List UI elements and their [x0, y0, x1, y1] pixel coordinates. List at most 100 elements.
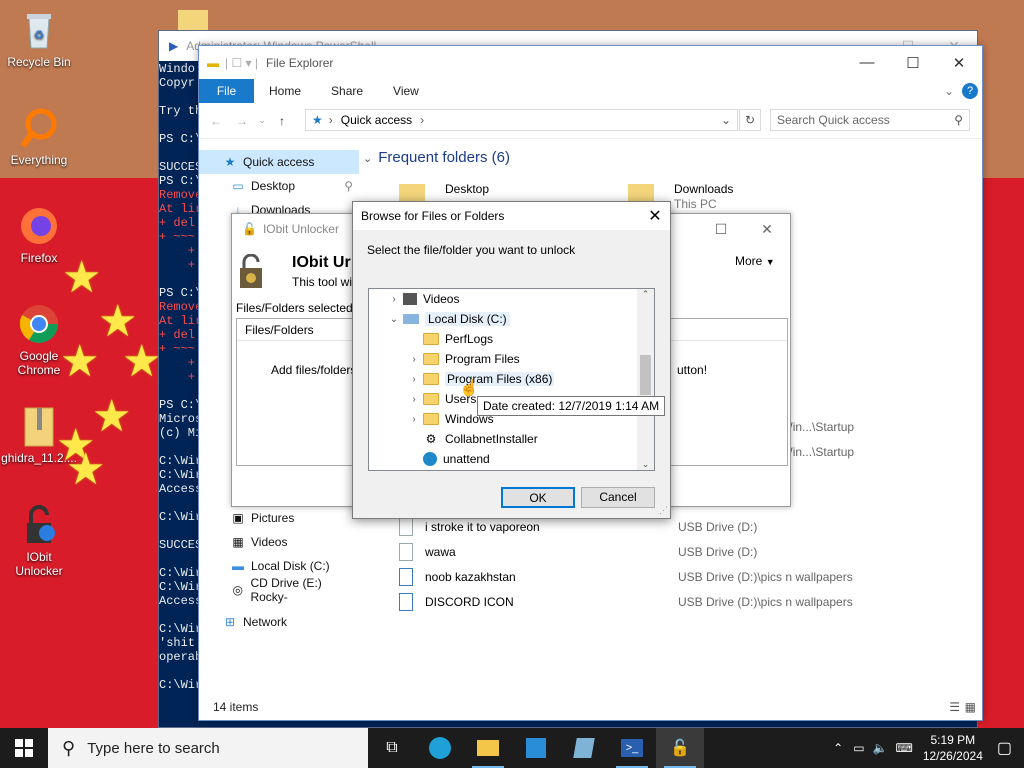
sidebar-item-label: Pictures	[251, 511, 295, 525]
forward-arrow-icon[interactable]: →	[229, 114, 255, 128]
maximize-icon[interactable]: ☐	[890, 54, 936, 72]
desktop-icon-iobit-unlocker[interactable]: IObit Unlocker	[1, 503, 77, 578]
browse-dialog[interactable]: Browse for Files or Folders ✕ Select the…	[352, 201, 671, 519]
app-icon	[573, 738, 595, 758]
iobit-taskbar-button[interactable]: 🔓	[656, 728, 704, 768]
clock[interactable]: 5:19 PM 12/26/2024	[923, 732, 983, 764]
volume-icon[interactable]: 🔈	[873, 741, 888, 755]
chevron-down-icon[interactable]: ⌄	[944, 84, 954, 98]
sidebar-item-desktop[interactable]: ▭ Desktop ⚲	[199, 174, 359, 198]
details-view-icon[interactable]: ☰	[949, 700, 960, 714]
address-bar[interactable]: ★ › Quick access › ⌄	[305, 109, 738, 131]
list-item[interactable]: noob kazakhstan USB Drive (D:)\pics n wal…	[395, 564, 975, 589]
section-frequent-folders[interactable]: ⌄ Frequent folders (6)	[363, 146, 982, 166]
tree-node-collabnet[interactable]: ⚙ CollabnetInstaller	[407, 429, 538, 449]
chevron-right-icon[interactable]: ›	[407, 354, 421, 365]
chevron-right-icon[interactable]: ›	[407, 414, 421, 425]
quick-access-star-icon: ★	[312, 113, 323, 127]
sidebar-item-cd-drive[interactable]: ◎ CD Drive (E:) Rocky-	[199, 576, 359, 604]
taskbar: ⚲ Type here to search ⧉ >_ 🔓 ⌃ ▭ 🔈 ⌨ 5:1…	[0, 728, 1024, 768]
network-icon[interactable]: ▭	[853, 741, 864, 755]
start-button[interactable]	[0, 728, 48, 768]
folder-icon	[423, 333, 439, 345]
explorer-taskbar-button[interactable]	[464, 728, 512, 768]
dialog-titlebar[interactable]: Browse for Files or Folders ✕	[353, 202, 670, 230]
notification-icon[interactable]: ▢	[997, 738, 1012, 758]
desktop-icon-recycle-bin[interactable]: ♻ Recycle Bin	[1, 8, 77, 69]
recent-locations-icon[interactable]: ⌄	[255, 115, 269, 126]
breadcrumb-quick-access[interactable]: Quick access	[341, 113, 412, 127]
tooltip: Date created: 12/7/2019 1:14 AM	[477, 396, 666, 416]
chevron-right-icon[interactable]: ›	[407, 374, 421, 385]
sidebar-item-pictures[interactable]: ▣ Pictures	[199, 506, 359, 530]
tab-view[interactable]: View	[378, 84, 434, 98]
refresh-icon[interactable]: ↻	[739, 109, 761, 131]
sidebar-item-videos[interactable]: ▦ Videos	[199, 530, 359, 554]
tree-node-videos[interactable]: › Videos	[387, 289, 459, 309]
search-box[interactable]: Search Quick access ⚲	[770, 109, 970, 131]
close-icon[interactable]: ✕	[744, 221, 790, 238]
language-icon[interactable]: ⌨	[895, 741, 912, 755]
ok-button[interactable]: OK	[501, 487, 575, 508]
desktop-icon-everything[interactable]: Everything	[1, 106, 77, 167]
tree-scrollbar[interactable]: ⌃ ⌄	[637, 289, 654, 470]
document-icon	[399, 542, 413, 561]
edge-taskbar-button[interactable]	[416, 728, 464, 768]
tab-share[interactable]: Share	[316, 84, 378, 98]
item-name: noob kazakhstan	[425, 569, 516, 584]
sidebar-item-network[interactable]: ⊞ Network	[199, 610, 359, 634]
chevron-down-icon[interactable]: ⌄	[387, 314, 401, 325]
tab-file[interactable]: File	[199, 79, 254, 103]
close-icon[interactable]: ✕	[936, 54, 982, 72]
scroll-up-icon[interactable]: ⌃	[637, 289, 654, 300]
tree-node-unattend[interactable]: unattend	[407, 449, 490, 469]
unlocker-icon: 🔓	[670, 740, 690, 757]
more-button[interactable]: More ▼	[735, 254, 775, 268]
close-icon[interactable]: ✕	[640, 206, 670, 226]
chevron-right-icon[interactable]: ›	[387, 294, 401, 305]
scrollbar-thumb[interactable]	[640, 355, 651, 395]
wallpaper-star: ★	[62, 253, 102, 302]
chrome-icon	[17, 302, 61, 346]
sidebar-item-quick-access[interactable]: ★ Quick access	[199, 150, 359, 174]
list-item[interactable]: DISCORD ICON USB Drive (D:)\pics n wallpa…	[395, 589, 975, 614]
chevron-right-icon[interactable]: ›	[407, 394, 421, 405]
app-taskbar-button[interactable]	[560, 728, 608, 768]
maximize-icon[interactable]: ☐	[698, 221, 744, 238]
tree-node-local-disk[interactable]: ⌄ Local Disk (C:)	[387, 309, 510, 329]
explorer-titlebar[interactable]: ▬ | ☐ ▾ | File Explorer — ☐ ✕	[199, 46, 982, 79]
drive-icon	[403, 314, 419, 324]
recycle-bin-icon: ♻	[17, 8, 61, 52]
list-item[interactable]: wawa USB Drive (D:)	[395, 539, 975, 564]
tree-node-perflogs[interactable]: PerfLogs	[407, 329, 493, 349]
taskbar-search[interactable]: ⚲ Type here to search	[48, 728, 368, 768]
sidebar-item-local-disk[interactable]: ▬ Local Disk (C:)	[199, 554, 359, 578]
search-input[interactable]: Type here to search	[87, 740, 220, 757]
edge-icon	[429, 737, 451, 759]
folder-tree[interactable]: › Videos ⌄ Local Disk (C:) PerfLogs › Progr…	[368, 288, 655, 471]
tree-node-program-files-x86[interactable]: › Program Files (x86)	[407, 369, 555, 389]
large-icons-view-icon[interactable]: ▦	[965, 700, 976, 714]
up-arrow-icon[interactable]: ↑	[269, 114, 295, 128]
wallpaper-star: ★	[66, 445, 106, 494]
address-dropdown-icon[interactable]: ⌄	[721, 113, 731, 127]
search-input[interactable]: Search Quick access	[777, 113, 890, 127]
minimize-icon[interactable]: —	[844, 54, 890, 72]
quick-access-toolbar[interactable]: | ☐ ▾ |	[225, 56, 258, 70]
help-icon[interactable]: ?	[962, 83, 978, 99]
cancel-button[interactable]: Cancel	[581, 487, 655, 508]
resize-grip-icon[interactable]: ⋰	[659, 505, 668, 516]
desktop-icon-label: Everything	[10, 153, 68, 167]
powershell-taskbar-button[interactable]: >_	[608, 728, 656, 768]
ribbon-tabs: File Home Share View ⌄ ?	[199, 79, 982, 103]
task-view-button[interactable]: ⧉	[368, 728, 416, 768]
tree-node-program-files[interactable]: › Program Files	[407, 349, 519, 369]
sidebar-item-label: Network	[243, 615, 288, 629]
chevron-up-icon[interactable]: ⌃	[833, 741, 843, 755]
back-arrow-icon[interactable]: ←	[203, 114, 229, 128]
cd-icon: ◎	[232, 583, 243, 597]
store-taskbar-button[interactable]	[512, 728, 560, 768]
scroll-down-icon[interactable]: ⌄	[637, 459, 654, 470]
tab-home[interactable]: Home	[254, 84, 316, 98]
desktop-icon-label: IObit Unlocker	[15, 550, 63, 578]
